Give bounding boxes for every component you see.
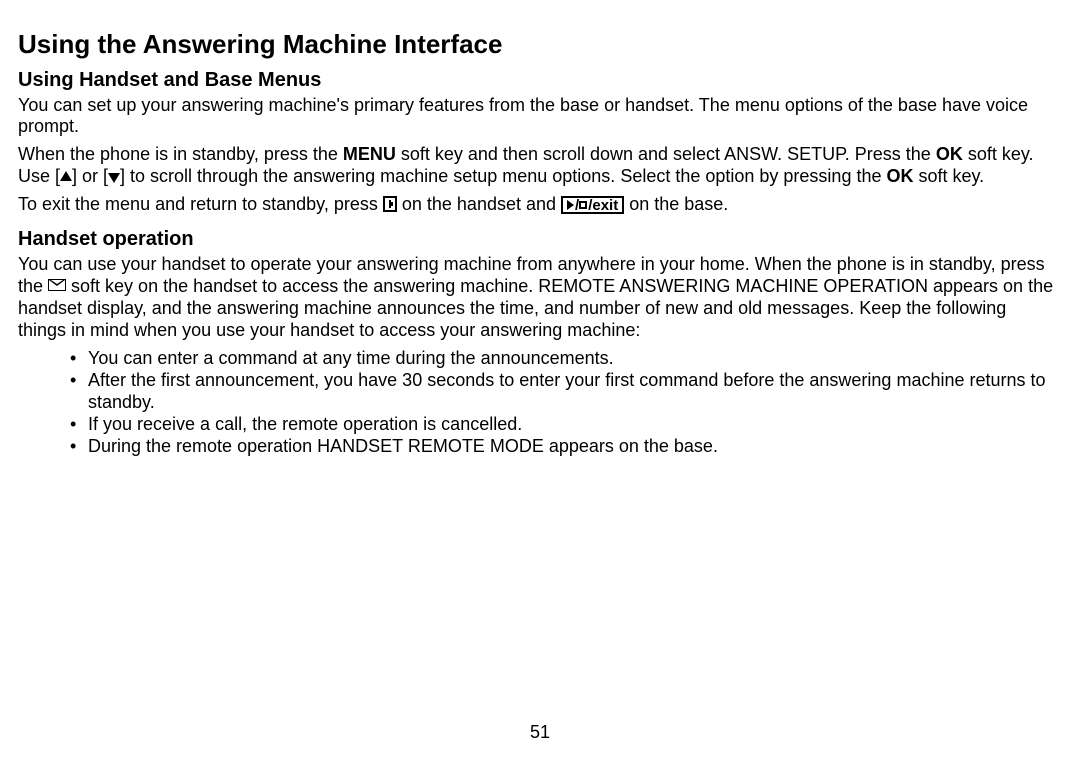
bullet-list: You can enter a command at any time duri…	[18, 348, 1056, 458]
paragraph: To exit the menu and return to standby, …	[18, 194, 1056, 216]
text-run: ] or [	[72, 166, 108, 186]
end-call-icon	[383, 196, 397, 212]
up-arrow-icon	[60, 171, 72, 181]
menu-key-label: MENU	[343, 144, 396, 164]
envelope-icon	[48, 279, 66, 291]
text-run: ] to scroll through the answering machin…	[120, 166, 886, 186]
list-item: If you receive a call, the remote operat…	[74, 414, 1056, 436]
ok-key-label: OK	[886, 166, 913, 186]
paragraph: You can set up your answering machine's …	[18, 95, 1056, 139]
page-title: Using the Answering Machine Interface	[18, 28, 1056, 61]
exit-label: exit	[592, 197, 618, 214]
stop-icon	[579, 201, 587, 209]
ok-key-label: OK	[936, 144, 963, 164]
document-page: Using the Answering Machine Interface Us…	[0, 0, 1080, 759]
text-run: soft key.	[913, 166, 984, 186]
section-heading-handset: Handset operation	[18, 226, 1056, 252]
paragraph: You can use your handset to operate your…	[18, 254, 1056, 342]
text-run: When the phone is in standby, press the	[18, 144, 343, 164]
list-item: During the remote operation HANDSET REMO…	[74, 436, 1056, 458]
play-icon	[567, 200, 574, 210]
text-run: soft key and then scroll down and select…	[396, 144, 936, 164]
play-stop-exit-icon: //exit	[561, 196, 624, 214]
list-item: After the first announcement, you have 3…	[74, 370, 1056, 414]
section-heading-menus: Using Handset and Base Menus	[18, 67, 1056, 93]
page-number: 51	[0, 722, 1080, 743]
text-run: on the base.	[624, 194, 728, 214]
list-item: You can enter a command at any time duri…	[74, 348, 1056, 370]
text-run: To exit the menu and return to standby, …	[18, 194, 383, 214]
text-run: on the handset and	[397, 194, 561, 214]
down-arrow-icon	[108, 173, 120, 183]
text-run: soft key on the handset to access the an…	[18, 276, 1053, 340]
paragraph: When the phone is in standby, press the …	[18, 144, 1056, 188]
